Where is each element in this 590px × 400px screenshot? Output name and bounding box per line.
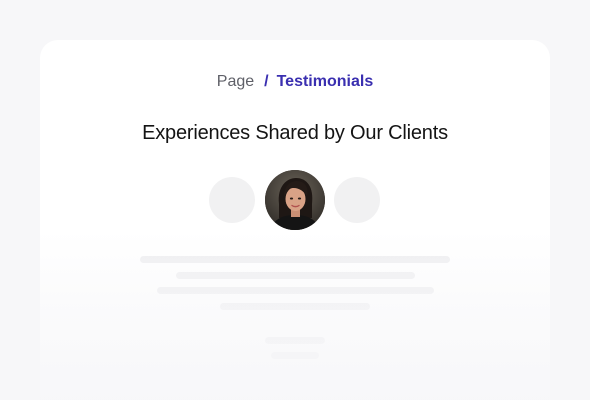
breadcrumb-parent-link[interactable]: Page: [217, 73, 254, 90]
placeholder-line: [140, 256, 450, 263]
breadcrumb: Page / Testimonials: [40, 72, 550, 92]
avatar-active[interactable]: [265, 170, 325, 230]
breadcrumb-separator: /: [264, 73, 269, 90]
placeholder-line: [157, 287, 434, 294]
page: Page / Testimonials Experiences Shared by …: [0, 0, 590, 400]
placeholder-author-line: [265, 337, 325, 344]
client-portrait-image: [265, 170, 325, 230]
avatar-previous[interactable]: [209, 177, 255, 223]
avatar-next[interactable]: [334, 177, 380, 223]
section-title: Experiences Shared by Our Clients: [142, 122, 448, 144]
placeholder-line: [176, 272, 415, 279]
breadcrumb-current: Testimonials: [276, 73, 374, 90]
placeholder-line: [220, 303, 370, 310]
testimonial-avatar-carousel: [40, 170, 550, 230]
placeholder-role-line: [271, 352, 319, 359]
testimonials-card: Page / Testimonials Experiences Shared by …: [40, 40, 550, 400]
